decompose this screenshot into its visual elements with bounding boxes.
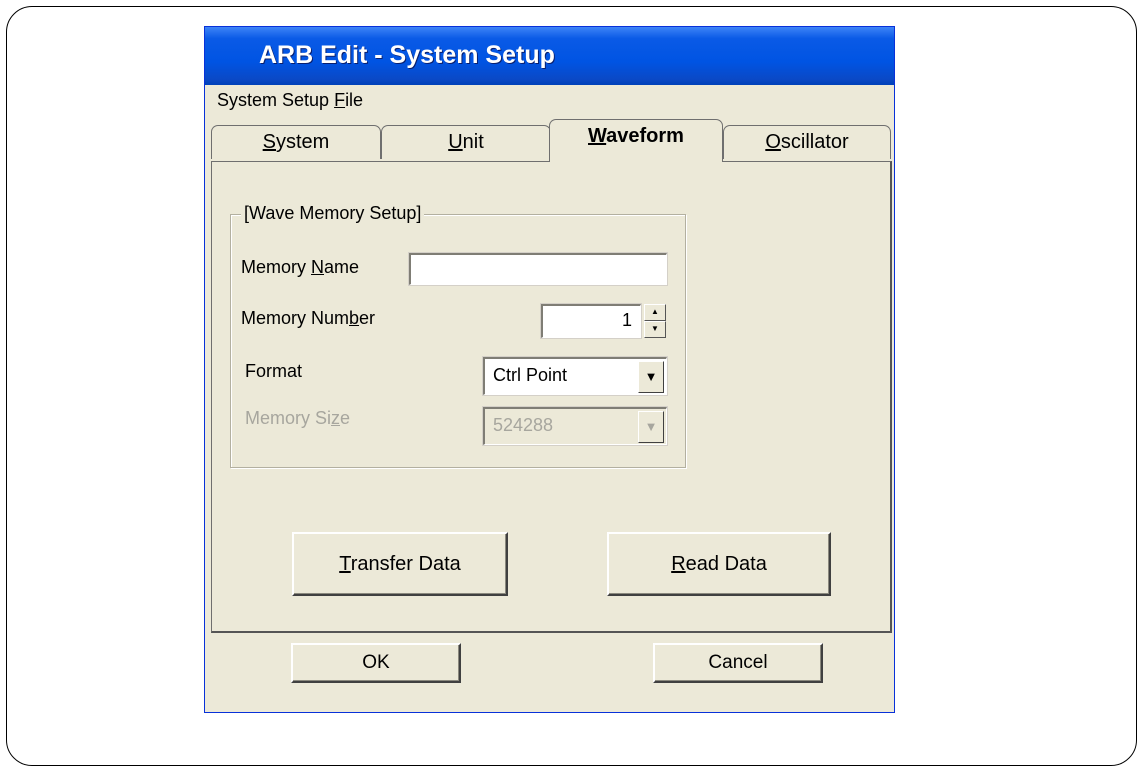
memory-name-input[interactable] bbox=[409, 253, 667, 285]
tab-oscillator[interactable]: Oscillator bbox=[723, 125, 891, 159]
menu-system-setup-file[interactable]: System Setup File bbox=[217, 90, 363, 111]
format-label: Format bbox=[245, 361, 303, 381]
spin-down-button[interactable]: ▼ bbox=[644, 321, 666, 338]
format-select[interactable]: Ctrl Point ▼ bbox=[483, 357, 667, 395]
tab-waveform[interactable]: Waveform bbox=[549, 119, 723, 162]
memory-number-spinner: ▲ ▼ bbox=[644, 304, 666, 338]
window-title: ARB Edit - System Setup bbox=[259, 41, 555, 69]
group-legend: [Wave Memory Setup] bbox=[241, 203, 425, 224]
cancel-button[interactable]: Cancel bbox=[653, 643, 823, 683]
menu-bar: System Setup File bbox=[205, 85, 894, 115]
system-setup-dialog: ARB Edit - System Setup System Setup Fil… bbox=[204, 26, 895, 713]
transfer-data-button[interactable]: Transfer Data bbox=[292, 532, 508, 596]
memory-size-select[interactable]: 524288 ▼ bbox=[483, 407, 667, 445]
ok-button[interactable]: OK bbox=[291, 643, 461, 683]
read-data-button[interactable]: Read Data bbox=[607, 532, 831, 596]
format-dropdown-arrow[interactable]: ▼ bbox=[638, 361, 664, 393]
wave-memory-setup-group: [Wave Memory Setup] Memory Name Memory N… bbox=[230, 203, 686, 468]
title-bar[interactable]: ARB Edit - System Setup bbox=[205, 27, 894, 85]
memory-size-dropdown-arrow[interactable]: ▼ bbox=[638, 411, 664, 443]
waveform-tab-panel: [Wave Memory Setup] Memory Name Memory N… bbox=[211, 161, 892, 633]
memory-number-input[interactable]: 1 bbox=[541, 304, 641, 338]
spin-up-button[interactable]: ▲ bbox=[644, 304, 666, 321]
tab-system[interactable]: System bbox=[211, 125, 381, 159]
memory-number-label: Memory Number bbox=[241, 308, 376, 328]
memory-name-label: Memory Name bbox=[241, 257, 360, 277]
tab-unit[interactable]: Unit bbox=[381, 125, 551, 159]
memory-size-label: Memory Size bbox=[245, 408, 351, 428]
